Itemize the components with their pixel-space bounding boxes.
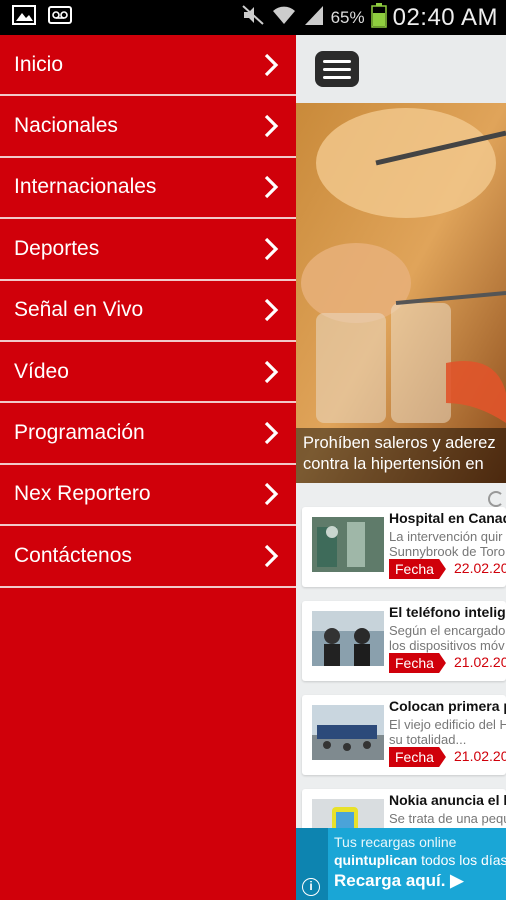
menu-item-nex-reportero[interactable]: Nex Reportero	[0, 465, 296, 527]
news-card[interactable]: Hospital en Canad La intervención quir S…	[302, 507, 506, 587]
battery-icon	[370, 2, 387, 33]
date-tag: Fecha	[389, 653, 446, 673]
wifi-icon	[271, 3, 297, 32]
menu-item-label: Vídeo	[14, 359, 69, 383]
news-thumbnail	[312, 705, 384, 760]
news-summary: Se trata de una pequ	[389, 811, 506, 826]
news-title: El teléfono intelige	[389, 604, 506, 620]
menu-item-internacionales[interactable]: Internacionales	[0, 158, 296, 220]
image-icon	[12, 5, 36, 30]
battery-percent: 65%	[330, 7, 365, 27]
news-card[interactable]: El teléfono intelige Según el encargado …	[302, 601, 506, 681]
ad-headline: Tus recargas online	[334, 834, 457, 850]
ad-cta-button[interactable]: Recarga aquí. ▶	[334, 871, 463, 891]
menu-item-deportes[interactable]: Deportes	[0, 219, 296, 281]
menu-item-inicio[interactable]: Inicio	[0, 35, 296, 97]
news-date: 21.02.20	[454, 748, 506, 764]
ad-banner[interactable]: Tus recargas online quintuplican todos l…	[296, 828, 506, 900]
main-content: Prohíben saleros y aderez contra la hipe…	[296, 35, 506, 900]
menu-item-contactenos[interactable]: Contáctenos	[0, 526, 296, 588]
menu-item-video[interactable]: Vídeo	[0, 342, 296, 404]
news-date: 22.02.20	[454, 560, 506, 576]
chevron-right-icon	[264, 237, 279, 260]
chevron-right-icon	[264, 483, 279, 506]
menu-item-label: Señal en Vivo	[14, 298, 144, 322]
news-thumbnail	[312, 611, 384, 666]
menu-item-label: Nex Reportero	[14, 482, 151, 506]
featured-story-caption: Prohíben saleros y aderez contra la hipe…	[296, 428, 506, 483]
menu-item-label: Programación	[14, 421, 145, 445]
menu-item-label: Internacionales	[14, 175, 157, 199]
news-thumbnail	[312, 517, 384, 572]
date-tag: Fecha	[389, 559, 446, 579]
hamburger-icon	[323, 59, 351, 63]
chevron-right-icon	[264, 299, 279, 322]
menu-item-senal-en-vivo[interactable]: Señal en Vivo	[0, 281, 296, 342]
news-card[interactable]: Colocan primera p El viejo edificio del …	[302, 695, 506, 775]
signal-icon	[303, 3, 325, 32]
status-time: 02:40 AM	[392, 3, 498, 31]
status-bar: 65% 02:40 AM	[0, 0, 506, 35]
menu-item-label: Inicio	[14, 52, 64, 76]
news-list: Hospital en Canad La intervención quir S…	[296, 483, 506, 869]
news-summary: Según el encargado los dispositivos móv	[389, 623, 506, 653]
featured-story[interactable]: Prohíben saleros y aderez contra la hipe…	[296, 103, 506, 483]
menu-item-label: Nacionales	[14, 114, 118, 138]
app-bar	[296, 35, 506, 103]
chevron-right-icon	[264, 544, 279, 567]
mute-icon	[241, 3, 265, 32]
news-summary: El viejo edificio del H su totalidad...	[389, 717, 506, 747]
news-title: Nokia anuncia el l	[389, 792, 506, 808]
news-date: 21.02.20	[454, 654, 506, 670]
chevron-right-icon	[264, 176, 279, 199]
menu-toggle-button[interactable]	[315, 51, 359, 87]
menu-item-nacionales[interactable]: Nacionales	[0, 96, 296, 158]
date-tag: Fecha	[389, 747, 446, 767]
chevron-right-icon	[264, 114, 279, 138]
chevron-right-icon	[264, 53, 279, 76]
loading-spinner-icon	[488, 491, 504, 507]
menu-item-label: Contáctenos	[14, 543, 132, 567]
navigation-drawer: Inicio Nacionales Internacionales Deport…	[0, 35, 296, 900]
news-title: Colocan primera p	[389, 698, 506, 714]
featured-story-image	[296, 103, 506, 483]
menu-item-programacion[interactable]: Programación	[0, 403, 296, 465]
news-summary: La intervención quir Sunnybrook de Toro	[389, 529, 506, 559]
ad-subline: quintuplican todos los días	[334, 852, 506, 868]
play-icon: ▶	[450, 871, 464, 890]
news-title: Hospital en Canad	[389, 510, 506, 526]
info-icon[interactable]: i	[302, 878, 320, 896]
menu-item-label: Deportes	[14, 236, 100, 260]
chevron-right-icon	[264, 421, 279, 445]
voicemail-icon	[48, 5, 72, 30]
chevron-right-icon	[264, 360, 279, 383]
